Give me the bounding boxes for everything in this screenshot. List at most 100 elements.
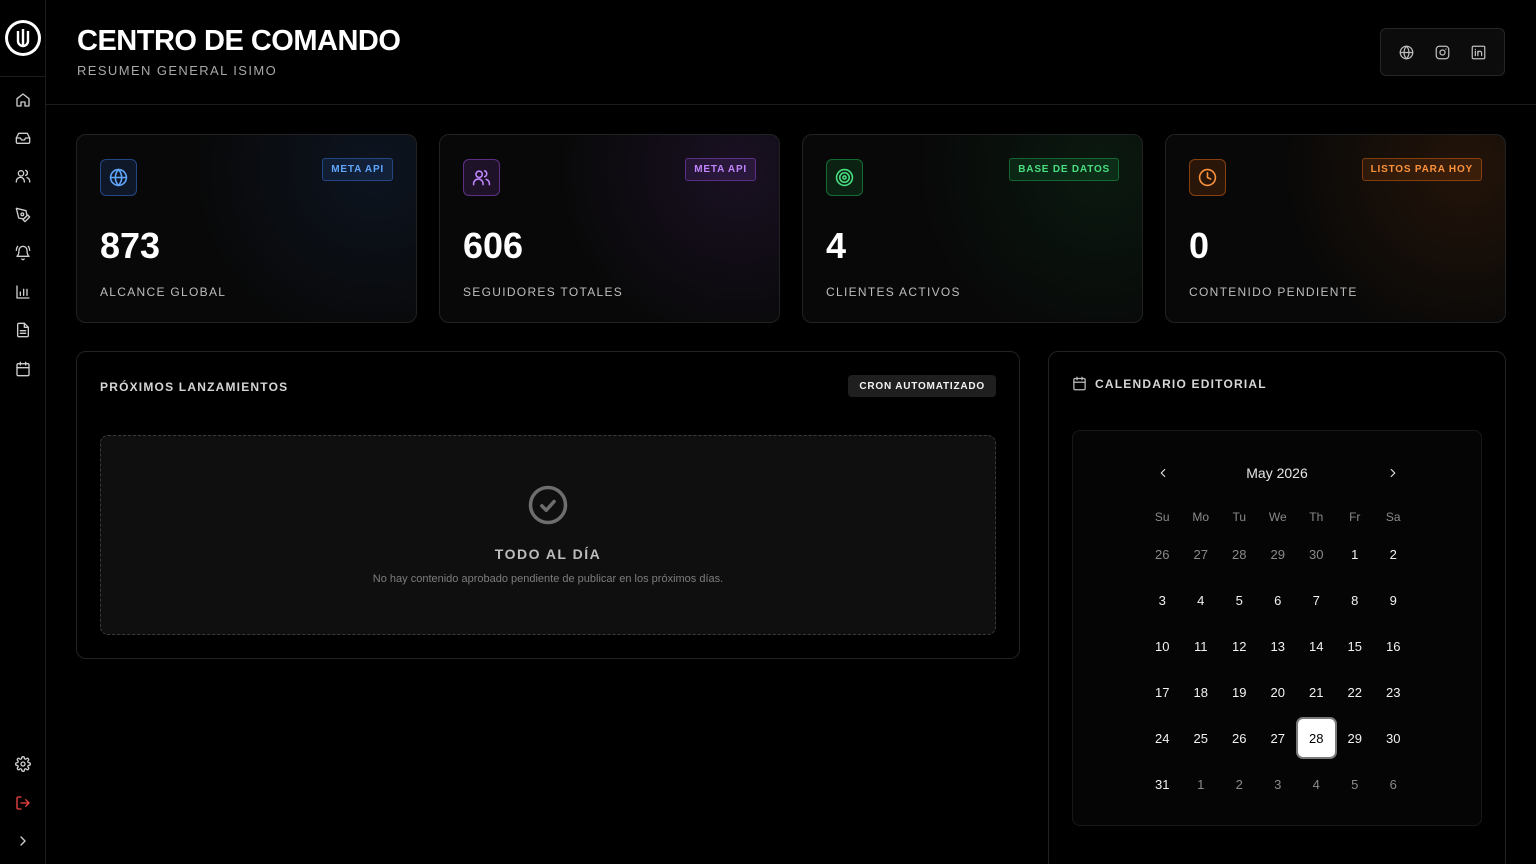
- cron-badge: CRON AUTOMATIZADO: [848, 375, 996, 397]
- weekday-label: Tu: [1232, 510, 1247, 524]
- panel-title: PRÓXIMOS LANZAMIENTOS: [100, 380, 289, 394]
- clock-icon: [1198, 168, 1217, 187]
- stat-card-followers: META API 606 SEGUIDORES TOTALES: [439, 134, 780, 323]
- calendar-day[interactable]: 1: [1336, 534, 1375, 574]
- calendar-day[interactable]: 21: [1297, 672, 1336, 712]
- sidebar-expand-button[interactable]: [13, 831, 33, 851]
- weekday-label: We: [1268, 510, 1287, 524]
- logo-mark-icon: [16, 29, 30, 48]
- calendar-day[interactable]: 30: [1297, 534, 1336, 574]
- calendar-day[interactable]: 1: [1182, 764, 1221, 804]
- page-title: CENTRO DE COMANDO: [77, 25, 401, 57]
- calendar-day[interactable]: 28: [1220, 534, 1259, 574]
- calendar-day[interactable]: 13: [1259, 626, 1298, 666]
- nav-inbox[interactable]: [13, 128, 33, 148]
- source-badge: META API: [322, 158, 393, 181]
- page-subtitle: RESUMEN GENERAL ISIMO: [77, 63, 278, 78]
- calendar-day[interactable]: 26: [1220, 718, 1259, 758]
- nav-notifications[interactable]: [13, 243, 33, 263]
- chevron-right-icon: [20, 836, 26, 846]
- calendar-day[interactable]: 8: [1336, 580, 1375, 620]
- nav-pen-tool[interactable]: [13, 205, 33, 225]
- calendar-day[interactable]: 11: [1182, 626, 1221, 666]
- calendar-day[interactable]: 2: [1220, 764, 1259, 804]
- calendar-day[interactable]: 18: [1182, 672, 1221, 712]
- calendar-day[interactable]: 3: [1259, 764, 1298, 804]
- stat-icon-wrap: [100, 159, 137, 196]
- weekday-label: Sa: [1385, 510, 1401, 524]
- nav-home[interactable]: [13, 90, 33, 110]
- stat-card-clients: BASE DE DATOS 4 CLIENTES ACTIVOS: [802, 134, 1143, 323]
- nav-users[interactable]: [13, 166, 33, 186]
- settings-icon: [15, 756, 31, 772]
- calendar-widget: May 2026 Su Mo Tu We Th Fr Sa 26 27 28 29 30 1 2 3 4 5 6…: [1072, 430, 1482, 826]
- empty-state-title: TODO AL DÍA: [494, 546, 602, 562]
- calendar-day[interactable]: 30: [1374, 718, 1413, 758]
- instagram-icon: [1435, 45, 1450, 59]
- calendar-day[interactable]: 26: [1143, 534, 1182, 574]
- bell-ring-icon: [15, 245, 31, 261]
- stat-card-reach: META API 873 ALCANCE GLOBAL: [76, 134, 417, 323]
- calendar-grid: Su Mo Tu We Th Fr Sa 26 27 28 29 30 1 2 3 4 5 6 7 8 9 10 11 12…: [1143, 503, 1413, 807]
- nav-documents[interactable]: [13, 320, 33, 340]
- stat-label: CLIENTES ACTIVOS: [826, 285, 961, 299]
- calendar-day[interactable]: 23: [1374, 672, 1413, 712]
- pen-tool-icon: [15, 207, 31, 223]
- nav-calendar[interactable]: [13, 359, 33, 379]
- calendar-day[interactable]: 25: [1182, 718, 1221, 758]
- calendar-day[interactable]: 16: [1374, 626, 1413, 666]
- calendar-icon: [1072, 376, 1088, 392]
- file-text-icon: [17, 322, 29, 338]
- stat-card-pending: LISTOS PARA HOY 0 CONTENIDO PENDIENTE: [1165, 134, 1506, 323]
- calendar-day[interactable]: 10: [1143, 626, 1182, 666]
- calendar-icon: [16, 361, 30, 377]
- calendar-day[interactable]: 6: [1374, 764, 1413, 804]
- calendar-day[interactable]: 17: [1143, 672, 1182, 712]
- users-icon: [472, 169, 491, 186]
- calendar-day[interactable]: 15: [1336, 626, 1375, 666]
- nav-settings[interactable]: [13, 754, 33, 774]
- isimo-logo[interactable]: [5, 20, 41, 56]
- calendar-day[interactable]: 24: [1143, 718, 1182, 758]
- stat-icon-wrap: [1189, 159, 1226, 196]
- bar-chart-icon: [16, 285, 30, 299]
- source-badge: META API: [685, 158, 756, 181]
- calendar-day[interactable]: 9: [1374, 580, 1413, 620]
- calendar-day[interactable]: 4: [1297, 764, 1336, 804]
- home-icon: [16, 93, 30, 107]
- calendar-day-selected[interactable]: 28: [1296, 717, 1337, 759]
- calendar-day[interactable]: 7: [1297, 580, 1336, 620]
- calendar-day[interactable]: 27: [1182, 534, 1221, 574]
- calendar-week: 10 11 12 13 14 15 16: [1143, 623, 1413, 669]
- calendar-day[interactable]: 22: [1336, 672, 1375, 712]
- calendar-day[interactable]: 5: [1220, 580, 1259, 620]
- website-link[interactable]: [1396, 41, 1418, 63]
- weekday-label: Su: [1154, 510, 1170, 524]
- calendar-day[interactable]: 27: [1259, 718, 1298, 758]
- stat-icon-wrap: [463, 159, 500, 196]
- calendar-day[interactable]: 20: [1259, 672, 1298, 712]
- calendar-day[interactable]: 29: [1336, 718, 1375, 758]
- calendar-day[interactable]: 29: [1259, 534, 1298, 574]
- nav-analytics[interactable]: [13, 282, 33, 302]
- calendar-day[interactable]: 4: [1182, 580, 1221, 620]
- calendar-day[interactable]: 12: [1220, 626, 1259, 666]
- calendar-day[interactable]: 19: [1220, 672, 1259, 712]
- calendar-day[interactable]: 3: [1143, 580, 1182, 620]
- stat-value: 0: [1189, 225, 1210, 266]
- next-month-button[interactable]: [1383, 463, 1403, 483]
- calendar-day[interactable]: 14: [1297, 626, 1336, 666]
- sidebar: [0, 0, 46, 864]
- instagram-link[interactable]: [1431, 41, 1453, 63]
- stat-icon-wrap: [826, 159, 863, 196]
- calendar-day[interactable]: 31: [1143, 764, 1182, 804]
- calendar-title: CALENDARIO EDITORIAL: [1095, 377, 1267, 391]
- calendar-day[interactable]: 5: [1336, 764, 1375, 804]
- calendar-day[interactable]: 6: [1259, 580, 1298, 620]
- calendar-week: 24 25 26 27 28 29 30: [1143, 715, 1413, 761]
- stat-label: SEGUIDORES TOTALES: [463, 285, 624, 299]
- nav-logout[interactable]: [13, 793, 33, 813]
- stat-label: CONTENIDO PENDIENTE: [1189, 285, 1358, 299]
- calendar-day[interactable]: 2: [1374, 534, 1413, 574]
- linkedin-link[interactable]: [1467, 41, 1489, 63]
